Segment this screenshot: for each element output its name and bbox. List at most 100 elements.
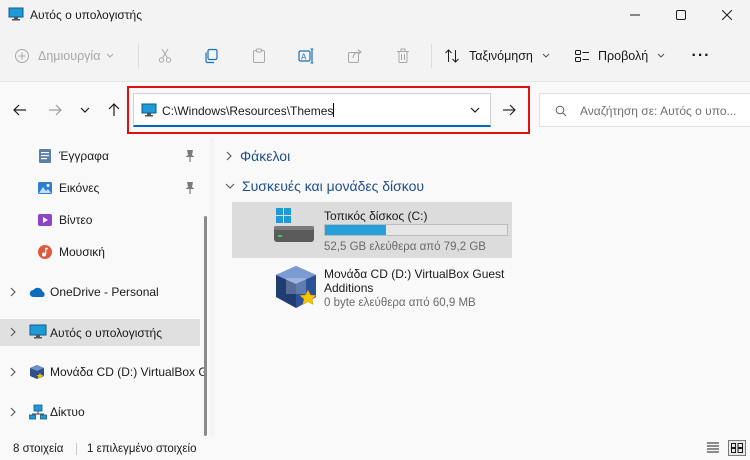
- sidebar-item-label: Δίκτυο: [50, 405, 85, 419]
- status-bar: 8 στοιχεία 1 επιλεγμένο στοιχείο: [0, 436, 750, 460]
- onedrive-icon: [29, 284, 45, 300]
- title-bar: Αυτός ο υπολογιστής: [0, 0, 750, 30]
- chevron-down-icon: [106, 53, 114, 59]
- this-pc-icon: [8, 7, 24, 21]
- pin-icon: [184, 181, 196, 195]
- pictures-icon: [37, 180, 53, 196]
- this-pc-icon: [29, 324, 47, 340]
- tiles-view-button[interactable]: [728, 440, 746, 456]
- chevron-right-icon[interactable]: [8, 326, 18, 338]
- group-header-devices[interactable]: Συσκευές και μονάδες δίσκου: [224, 178, 424, 194]
- arrow-right-icon: [502, 104, 516, 116]
- recent-locations-button[interactable]: [73, 98, 97, 122]
- new-button-label: Δημιουργία: [38, 49, 101, 63]
- view-button-label: Προβολή: [598, 49, 649, 63]
- virtualbox-cd-icon: [272, 264, 320, 312]
- toolbar-divider: [431, 44, 432, 68]
- chevron-right-icon: [224, 150, 234, 162]
- arrow-right-icon: [48, 104, 62, 116]
- chevron-right-icon[interactable]: [8, 286, 18, 298]
- sort-button-label: Ταξινόμηση: [469, 49, 533, 63]
- delete-button[interactable]: [390, 42, 416, 70]
- drive-space-bar: [324, 224, 508, 236]
- chevron-down-icon: [224, 181, 236, 191]
- plus-circle-icon: [14, 48, 30, 64]
- trash-icon: [395, 48, 411, 64]
- sidebar-item-network[interactable]: Δίκτυο: [0, 399, 200, 425]
- search-icon: [555, 105, 567, 117]
- sidebar-item-onedrive[interactable]: OneDrive - Personal: [0, 279, 200, 305]
- sidebar-item-videos[interactable]: Βίντεο: [0, 207, 200, 233]
- sidebar-scrollbar[interactable]: [204, 216, 207, 436]
- details-view-icon: [706, 441, 720, 453]
- navigation-pane: Έγγραφα Εικόνες Βίντεο Μουσική OneDrive …: [0, 138, 210, 436]
- clipboard-icon: [251, 48, 267, 64]
- command-bar: Δημιουργία A Ταξινόμηση Προβολή ···: [0, 30, 750, 82]
- scissors-icon: [157, 48, 173, 64]
- rename-icon: A: [298, 48, 316, 64]
- sidebar-item-label: Βίντεο: [59, 213, 93, 227]
- chevron-down-icon: [657, 53, 665, 59]
- pin-icon: [184, 149, 196, 163]
- rename-button[interactable]: A: [294, 42, 320, 70]
- sidebar-item-label: Εικόνες: [59, 181, 100, 195]
- sort-button[interactable]: Ταξινόμηση: [444, 42, 564, 70]
- close-button[interactable]: [704, 0, 750, 30]
- drive-name-line1: Μονάδα CD (D:) VirtualBox Guest: [324, 267, 505, 281]
- drive-item-c[interactable]: Τοπικός δίσκος (C:) 52,5 GB ελεύθερα από…: [232, 202, 512, 258]
- sidebar-item-this-pc[interactable]: Αυτός ο υπολογιστής: [0, 319, 200, 346]
- view-icon: [574, 48, 590, 64]
- cut-button[interactable]: [152, 42, 178, 70]
- item-count: 8 στοιχεία: [13, 443, 64, 455]
- details-view-button[interactable]: [706, 441, 720, 453]
- sidebar-item-label: OneDrive - Personal: [50, 285, 159, 299]
- tiles-view-icon: [731, 443, 743, 453]
- maximize-button[interactable]: [658, 0, 704, 30]
- group-header-folders[interactable]: Φάκελοι: [224, 148, 290, 164]
- svg-text:A: A: [301, 53, 307, 62]
- paste-button[interactable]: [246, 42, 272, 70]
- search-placeholder: Αναζήτηση σε: Αυτός ο υπο...: [580, 104, 737, 118]
- sidebar-item-pictures[interactable]: Εικόνες: [0, 175, 200, 201]
- up-button[interactable]: [102, 98, 126, 122]
- sidebar-item-label: Έγγραφα: [59, 149, 109, 163]
- sidebar-item-documents[interactable]: Έγγραφα: [0, 143, 200, 169]
- chevron-right-icon[interactable]: [8, 406, 18, 418]
- network-icon: [29, 404, 47, 420]
- search-input[interactable]: Αναζήτηση σε: Αυτός ο υπο...: [539, 93, 750, 127]
- forward-button[interactable]: [43, 98, 67, 122]
- drive-space-fill: [325, 225, 387, 235]
- hard-drive-icon: [272, 206, 316, 246]
- drive-name: Τοπικός δίσκος (C:): [324, 209, 428, 223]
- view-button[interactable]: Προβολή: [574, 42, 670, 70]
- copy-button[interactable]: [198, 42, 224, 70]
- share-button[interactable]: [342, 42, 368, 70]
- videos-icon: [37, 212, 53, 228]
- group-header-label: Φάκελοι: [240, 148, 291, 164]
- sidebar-item-cd-drive[interactable]: Μονάδα CD (D:) VirtualBox G: [0, 359, 208, 385]
- address-highlight-box: [127, 86, 530, 134]
- back-button[interactable]: [8, 98, 32, 122]
- status-divider: [76, 443, 77, 455]
- arrow-left-icon: [13, 104, 27, 116]
- minimize-button[interactable]: [612, 0, 658, 30]
- sort-icon: [444, 48, 460, 64]
- window-title: Αυτός ο υπολογιστής: [30, 8, 142, 22]
- drive-item-d[interactable]: Μονάδα CD (D:) VirtualBox Guest Addition…: [232, 262, 512, 322]
- copy-icon: [203, 48, 219, 64]
- go-button[interactable]: [495, 97, 523, 123]
- group-header-label: Συσκευές και μονάδες δίσκου: [242, 178, 425, 194]
- new-button[interactable]: Δημιουργία: [14, 42, 124, 70]
- chevron-right-icon[interactable]: [8, 366, 18, 378]
- content-pane: Φάκελοι Συσκευές και μονάδες δίσκου Τοπι…: [214, 138, 750, 436]
- drive-free-space: 52,5 GB ελεύθερα από 79,2 GB: [324, 241, 486, 253]
- sidebar-item-music[interactable]: Μουσική: [0, 239, 200, 265]
- sidebar-item-label: Μουσική: [59, 245, 105, 259]
- cd-drive-icon: [29, 364, 45, 380]
- selected-count: 1 επιλεγμένο στοιχείο: [87, 443, 197, 455]
- arrow-up-icon: [108, 103, 120, 117]
- drive-free-space: 0 byte ελεύθερα από 60,9 MB: [324, 297, 476, 309]
- chevron-down-icon: [542, 53, 550, 59]
- more-options-button[interactable]: ···: [686, 42, 716, 70]
- share-icon: [347, 48, 363, 64]
